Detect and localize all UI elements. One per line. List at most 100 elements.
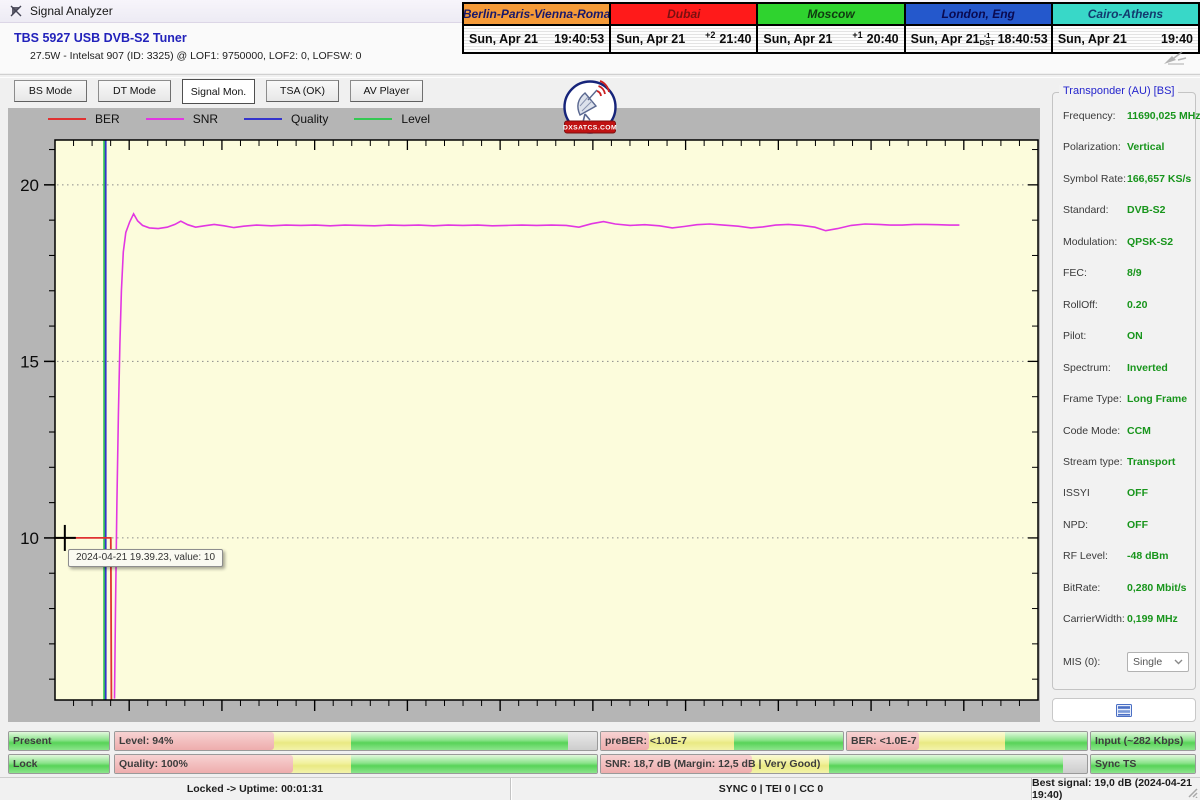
meter-preber: preBER: <1.0E-7	[600, 731, 844, 751]
tuner-details: 27.5W - Intelsat 907 (ID: 3325) @ LOF1: …	[30, 50, 362, 62]
meter-label: preBER: <1.0E-7	[605, 735, 687, 747]
transponder-row-standard: Standard: DVB-S2	[1053, 200, 1195, 220]
dxsatcs-logo: DXSATCS.COM	[561, 80, 619, 138]
transponder-field-value: ON	[1127, 330, 1143, 343]
meter-level: Level: 94%	[114, 731, 598, 751]
transponder-row-frequency: Frequency: 11690,025 MHz	[1053, 106, 1200, 126]
transponder-field-label: Frame Type:	[1063, 393, 1122, 406]
transponder-field-label: RollOff:	[1063, 298, 1098, 311]
tab-av-player[interactable]: AV Player	[350, 80, 423, 102]
list-icon	[1116, 703, 1132, 717]
signal-analyzer-window: Signal Analyzer TBS 5927 USB DVB-S2 Tune…	[0, 0, 1200, 800]
transponder-list-button[interactable]	[1052, 698, 1196, 722]
chevron-down-icon	[1174, 659, 1183, 665]
transponder-field-value: CCM	[1127, 424, 1151, 437]
clock-time-cell: Sun, Apr 21 +1 20:40	[758, 26, 904, 52]
clock-date: Sun, Apr 21	[1057, 32, 1127, 46]
mode-tabs: BS Mode DT Mode Signal Mon. TSA (OK) AV Play…	[14, 79, 423, 104]
status-bar: Locked -> Uptime: 00:01:31 SYNC 0 | TEI …	[0, 777, 1200, 800]
meter-label: Level: 94%	[119, 735, 174, 747]
clock-dubai: Dubai Sun, Apr 21 +2 21:40	[611, 4, 759, 52]
transponder-row-rolloff: RollOff: 0.20	[1053, 295, 1195, 315]
transponder-field-value: OFF	[1127, 518, 1148, 531]
tab-dt-mode[interactable]: DT Mode	[98, 80, 171, 102]
transponder-field-value: Transport	[1127, 455, 1176, 468]
clock-date: Sun, Apr 21	[469, 32, 538, 46]
meter-label: SNR: 18,7 dB (Margin: 12,5 dB | Very Goo…	[605, 758, 821, 770]
clock-time-cell: Sun, Apr 21 19:40:53	[464, 26, 610, 52]
transponder-row-issyi: ISSYI OFF	[1053, 483, 1195, 503]
world-clock: Berlin-Paris-Vienna-Roma Sun, Apr 21 19:40…	[462, 2, 1200, 54]
transponder-field-value: 166,657 KS/s	[1127, 172, 1192, 185]
clock-utc-offset: +2	[705, 30, 716, 40]
legend-swatch-ber	[48, 118, 86, 120]
legend-swatch-quality	[244, 118, 283, 120]
legend-item-level: Level	[354, 112, 430, 126]
mis-dropdown[interactable]: Single	[1127, 652, 1189, 672]
transponder-field-value: 0,280 Mbit/s	[1127, 581, 1187, 594]
transponder-row-spectrum: Spectrum: Inverted	[1053, 358, 1195, 378]
tuner-name: TBS 5927 USB DVB-S2 Tuner	[14, 31, 187, 45]
transponder-field-label: Stream type:	[1063, 455, 1123, 468]
meter-zone-green	[351, 732, 569, 750]
transponder-field-label: CarrierWidth:	[1063, 613, 1125, 626]
mis-value: Single	[1133, 656, 1163, 668]
tab-signal-mon[interactable]: Signal Mon.	[182, 79, 255, 104]
legend-label: Quality	[291, 112, 329, 126]
legend-item-ber: BER	[48, 112, 120, 126]
clock-date: Sun, Apr 21	[616, 32, 686, 46]
meter-label: BER: <1.0E-7	[851, 735, 917, 747]
transponder-row-symbol-rate: Symbol Rate: 166,657 KS/s	[1053, 169, 1195, 189]
transponder-row-carrierwidth: CarrierWidth: 0,199 MHz	[1053, 609, 1195, 629]
clock-city-label: Cairo-Athens	[1052, 4, 1199, 26]
transponder-field-label: Frequency:	[1063, 110, 1116, 122]
meter-label: Present	[13, 735, 52, 747]
clock-dst-offset: -1 DST	[979, 31, 995, 47]
legend-label: BER	[95, 112, 120, 126]
meter-label: Lock	[13, 758, 38, 770]
resize-grip[interactable]	[1185, 785, 1198, 798]
clock-time-cell: Sun, Apr 21 19:40	[1052, 26, 1199, 52]
transponder-field-value: 0,199 MHz	[1127, 613, 1178, 626]
transponder-row-frame-type: Frame Type: Long Frame	[1053, 389, 1195, 409]
transponder-panel-title: Transponder (AU) [BS]	[1059, 85, 1179, 97]
transponder-row-rf-level: RF Level: -48 dBm	[1053, 546, 1195, 566]
transponder-field-label: Symbol Rate:	[1063, 172, 1127, 185]
meter-lock: Lock	[8, 754, 110, 774]
header-separator	[0, 74, 1200, 78]
legend-label: SNR	[192, 112, 219, 126]
clock-date: Sun, Apr 21	[763, 32, 833, 46]
watermark-satellite-icon	[1164, 51, 1187, 65]
tab-tsa-ok[interactable]: TSA (OK)	[266, 80, 339, 102]
chart-tooltip: 2024-04-21 19.39.23, value: 10	[68, 549, 223, 567]
ytick-label-10: 10	[20, 529, 39, 548]
mis-row: MIS (0): Single	[1053, 652, 1195, 672]
transponder-field-label: FEC:	[1063, 267, 1087, 280]
signal-chart-panel: BER SNR Quality Level 10 15 20 2024-04-21 19.…	[8, 108, 1040, 722]
legend-swatch-level	[354, 118, 393, 120]
signal-chart-plot[interactable]: 10 15 20	[8, 108, 1040, 722]
clock-time-value: 19:40	[1161, 32, 1194, 46]
meter-zone-green	[1005, 732, 1087, 750]
legend-item-quality: Quality	[244, 112, 328, 126]
transponder-field-label: Code Mode:	[1063, 424, 1121, 437]
clock-time-cell: Sun, Apr 21 -1 DST 18:40:53	[905, 26, 1051, 52]
clock-city-label: Dubai	[611, 4, 757, 26]
status-lock-uptime: Locked -> Uptime: 00:01:31	[0, 778, 511, 800]
transponder-row-bitrate: BitRate: 0,280 Mbit/s	[1053, 578, 1195, 598]
legend-item-snr: SNR	[145, 112, 219, 126]
plot-background	[55, 140, 1038, 700]
clock-city-label: London, Eng	[905, 4, 1051, 26]
transponder-panel: Transponder (AU) [BS] Frequency: 11690,02…	[1052, 85, 1200, 690]
logo-text: DXSATCS.COM	[563, 125, 617, 132]
transponder-field-value: Inverted	[1127, 361, 1168, 374]
dxsatcs-logo-icon: DXSATCS.COM	[563, 80, 617, 134]
meter-label: Quality: 100%	[119, 758, 188, 770]
tab-bs-mode[interactable]: BS Mode	[14, 80, 87, 102]
meter-zone-green	[351, 755, 597, 773]
meter-zone-green	[734, 732, 843, 750]
transponder-row-npd: NPD: OFF	[1053, 515, 1195, 535]
transponder-row-modulation: Modulation: QPSK-S2	[1053, 232, 1195, 252]
satellite-icon	[10, 5, 22, 17]
clock-city-label: Berlin-Paris-Vienna-Roma	[464, 4, 610, 26]
